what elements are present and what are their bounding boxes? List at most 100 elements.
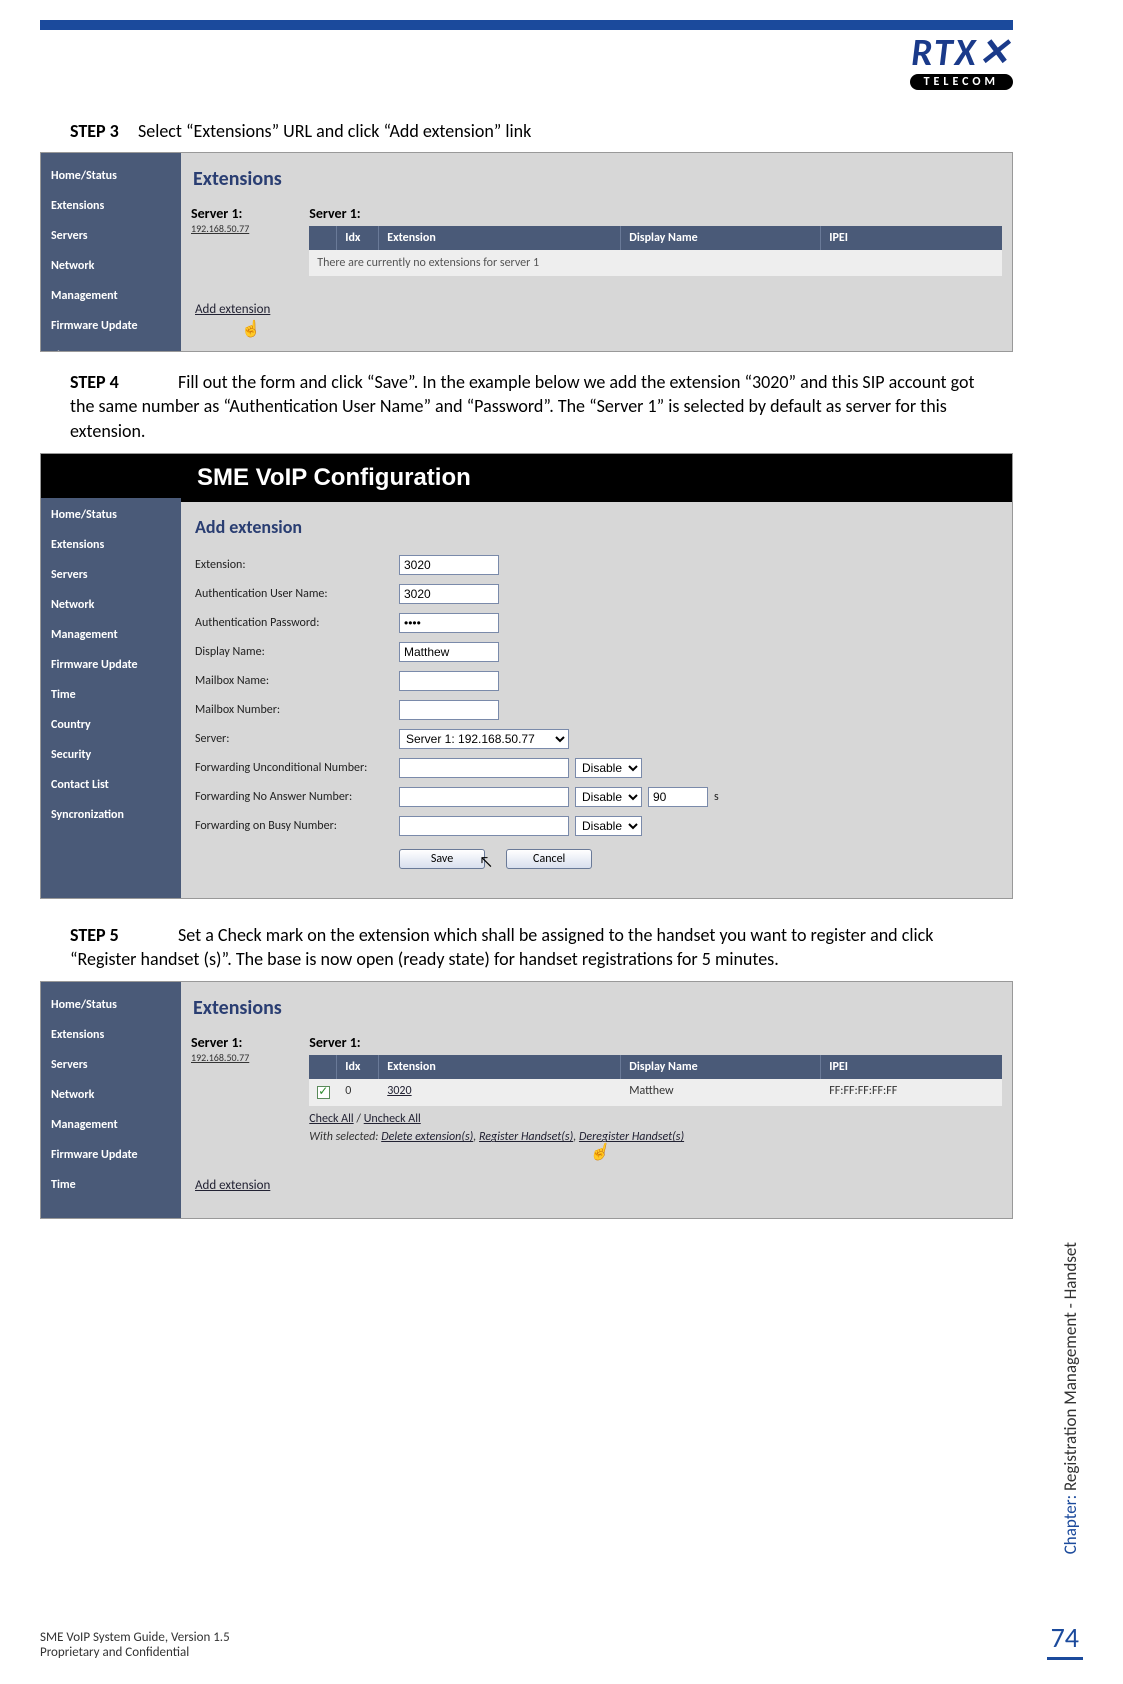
step-3-text: Select “Extensions” URL and click “Add e… (138, 120, 531, 142)
label-mailbox-name: Mailbox Name: (195, 674, 399, 688)
step-5: STEP 5 Set a Check mark on the extension… (70, 923, 993, 972)
nav-item[interactable]: Servers (41, 1050, 181, 1080)
nav-item[interactable]: Home/Status (41, 161, 181, 191)
step-3-label: STEP 3 (70, 120, 119, 142)
nav-item[interactable]: Contact List (41, 770, 181, 800)
label-auth-user: Authentication User Name: (195, 587, 399, 601)
col-idx: Idx (337, 1055, 379, 1079)
footer-confidential: Proprietary and Confidential (40, 1645, 230, 1660)
col-ipei: IPEI (821, 226, 1002, 250)
row-display-name: Matthew (621, 1079, 821, 1106)
nav-item[interactable]: Servers (41, 221, 181, 251)
uncheck-all-link[interactable]: Uncheck All (364, 1112, 421, 1126)
extensions-heading: Extensions (191, 161, 1002, 205)
label-mailbox-number: Mailbox Number: (195, 703, 399, 717)
nav-item[interactable]: Management (41, 1110, 181, 1140)
header-color-band (40, 20, 1013, 30)
server1-ip[interactable]: 192.168.50.77 (191, 222, 249, 235)
label-display-name: Display Name: (195, 645, 399, 659)
row-extension-link[interactable]: 3020 (387, 1084, 411, 1098)
select-fwd-busy-state[interactable]: Disable (575, 816, 642, 836)
cursor-hand-icon: ☝ (241, 319, 261, 339)
input-fwd-uncond[interactable] (399, 758, 569, 778)
nav-item[interactable]: Network (41, 590, 181, 620)
nav-item[interactable]: Network (41, 251, 181, 281)
nav-item[interactable]: Servers (41, 560, 181, 590)
server1-table-title: Server 1: (309, 205, 1002, 222)
server1-label: Server 1: (191, 205, 249, 222)
save-button[interactable]: Save (399, 849, 485, 869)
check-all-link[interactable]: Check All (309, 1112, 353, 1126)
cursor-hand-icon: ☝ (589, 1142, 609, 1162)
select-fwd-noanswer-state[interactable]: Disable (575, 787, 642, 807)
server1-label: Server 1: (191, 1034, 249, 1051)
nav-item[interactable]: Home/Status (41, 500, 181, 530)
select-server[interactable]: Server 1: 192.168.50.77 (399, 729, 569, 749)
step-4: STEP 4 Fill out the form and click “Save… (70, 370, 993, 443)
nav-item[interactable]: Network (41, 1080, 181, 1110)
label-fwd-uncond: Forwarding Unconditional Number: (195, 761, 399, 775)
nav-item[interactable]: Syncronization (41, 800, 181, 830)
col-extension: Extension (379, 1055, 621, 1079)
cancel-button[interactable]: Cancel (506, 849, 592, 869)
nav-item[interactable]: Country (41, 710, 181, 740)
input-auth-user[interactable] (399, 584, 499, 604)
label-fwd-busy: Forwarding on Busy Number: (195, 819, 399, 833)
input-display-name[interactable] (399, 642, 499, 662)
col-idx: Idx (337, 226, 379, 250)
sidebar: Home/Status Extensions Servers Network M… (41, 153, 181, 351)
step-4-text: Fill out the form and click “Save”. In t… (70, 371, 975, 442)
nav-item[interactable]: Management (41, 281, 181, 311)
brand-logo: RTX✕ (910, 34, 1013, 72)
with-selected-label: With selected: (309, 1130, 378, 1144)
col-display-name: Display Name (621, 226, 821, 250)
input-mailbox-number[interactable] (399, 700, 499, 720)
row-checkbox[interactable] (317, 1086, 330, 1099)
col-display-name: Display Name (621, 1055, 821, 1079)
server1-ip[interactable]: 192.168.50.77 (191, 1051, 249, 1064)
nav-item[interactable]: Management (41, 620, 181, 650)
page-footer: SME VoIP System Guide, Version 1.5 Propr… (40, 1620, 1083, 1660)
seconds-label: s (714, 790, 719, 804)
input-fwd-busy[interactable] (399, 816, 569, 836)
nav-item[interactable]: Firmware Update (41, 311, 181, 341)
nav-item[interactable]: Firmware Update (41, 650, 181, 680)
nav-item[interactable]: Extensions (41, 1020, 181, 1050)
add-extension-heading: Add extension (195, 512, 998, 552)
nav-item[interactable]: Time (41, 341, 181, 352)
input-auth-pass[interactable] (399, 613, 499, 633)
input-fwd-noanswer[interactable] (399, 787, 569, 807)
table-empty-msg: There are currently no extensions for se… (309, 250, 1002, 276)
nav-item[interactable]: Home/Status (41, 990, 181, 1020)
table-row: 0 3020 Matthew FF:FF:FF:FF:FF (309, 1079, 1002, 1106)
input-mailbox-name[interactable] (399, 671, 499, 691)
register-handsets-link[interactable]: Register Handset(s) (479, 1130, 573, 1144)
brand-sub: TELECOM (910, 74, 1013, 90)
nav-item[interactable]: Time (41, 1170, 181, 1200)
sidebar: Home/Status Extensions Servers Network M… (41, 982, 181, 1218)
add-extension-link[interactable]: Add extension (195, 302, 270, 317)
delete-extensions-link[interactable]: Delete extension(s) (381, 1130, 473, 1144)
label-fwd-noanswer: Forwarding No Answer Number: (195, 790, 399, 804)
input-fwd-noanswer-timeout[interactable] (648, 787, 708, 807)
step-5-label: STEP 5 (70, 924, 119, 946)
screenshot-extensions-with-row: Home/Status Extensions Servers Network M… (40, 981, 1013, 1219)
screenshot-extensions-empty: Home/Status Extensions Servers Network M… (40, 152, 1013, 352)
footer-doc-title: SME VoIP System Guide, Version 1.5 (40, 1630, 230, 1645)
step-3: STEP 3 Select “Extensions” URL and click… (70, 120, 993, 142)
extensions-heading: Extensions (191, 990, 1002, 1034)
select-fwd-uncond-state[interactable]: Disable (575, 758, 642, 778)
nav-item[interactable]: Time (41, 680, 181, 710)
table-header: Idx Extension Display Name IPEI (309, 1055, 1002, 1079)
nav-item[interactable]: Extensions (41, 530, 181, 560)
nav-item[interactable]: Security (41, 740, 181, 770)
step-5-text: Set a Check mark on the extension which … (70, 924, 933, 970)
step-4-label: STEP 4 (70, 371, 119, 393)
chapter-side-label: Chapter: Registration Management - Hands… (1060, 1242, 1081, 1554)
input-extension[interactable] (399, 555, 499, 575)
col-extension: Extension (379, 226, 621, 250)
nav-item[interactable]: Extensions (41, 191, 181, 221)
sme-title: SME VoIP Configuration (181, 454, 1012, 502)
add-extension-link[interactable]: Add extension (195, 1178, 270, 1193)
nav-item[interactable]: Firmware Update (41, 1140, 181, 1170)
